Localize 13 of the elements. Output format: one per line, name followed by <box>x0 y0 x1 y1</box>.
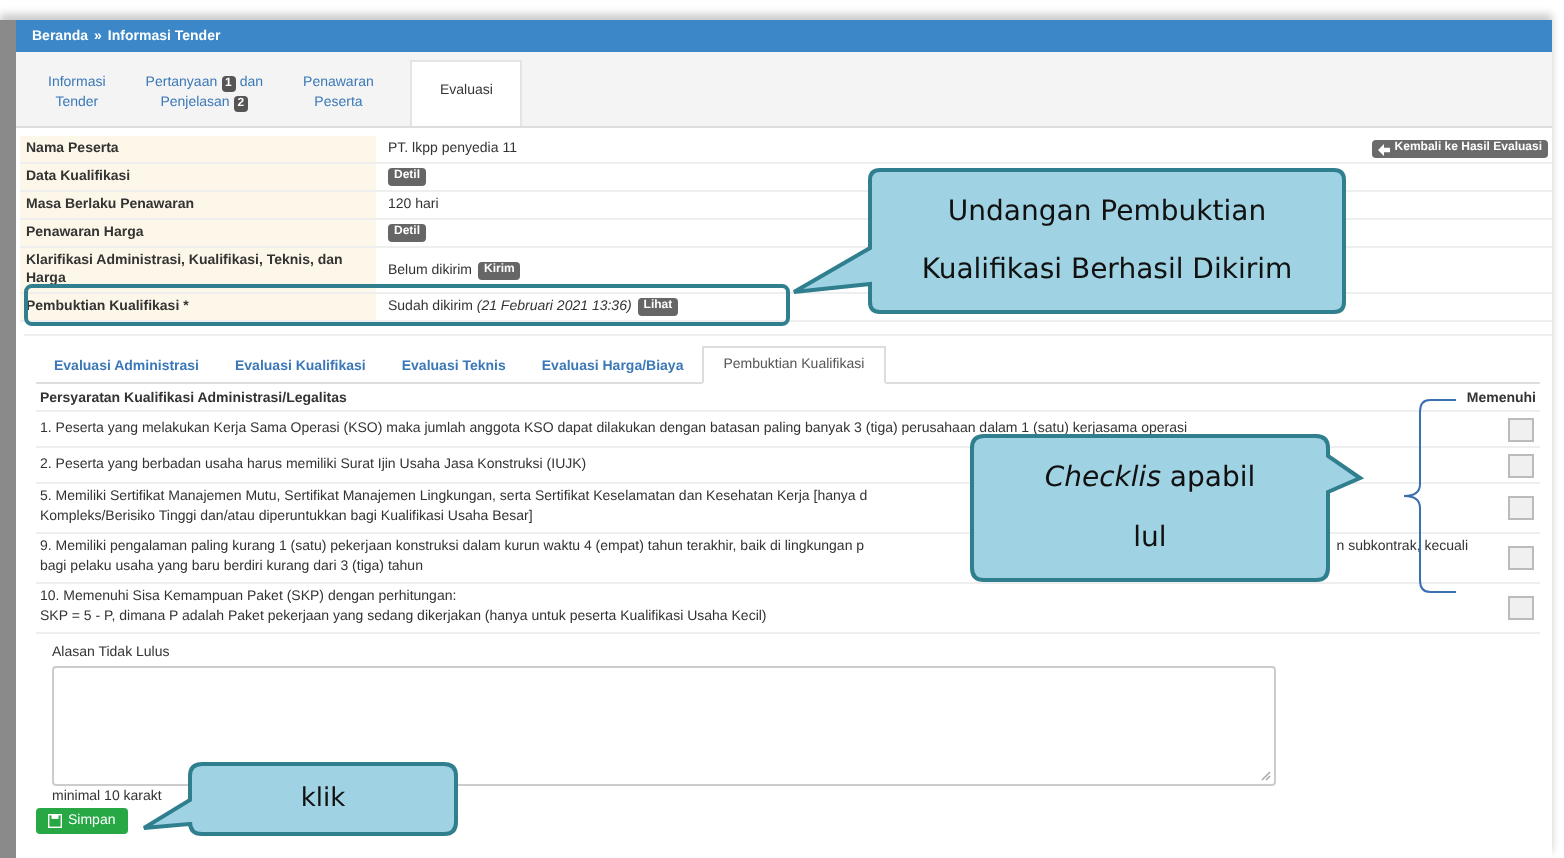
checkbox[interactable] <box>1507 417 1533 441</box>
checkbox[interactable] <box>1507 496 1533 520</box>
callout-text: Undangan Pembuktian <box>947 196 1267 228</box>
resize-grip-icon <box>1260 770 1272 782</box>
checkbox[interactable] <box>1507 546 1533 570</box>
callout-text: Kualifikasi Berhasil Dikirim <box>921 254 1293 286</box>
arrow-left-icon <box>1378 143 1391 155</box>
callout-text: lul <box>1133 521 1167 554</box>
callout-text: Checklis apabil <box>1044 462 1256 495</box>
save-icon <box>48 814 62 828</box>
checkbox[interactable] <box>1507 596 1533 620</box>
checkbox[interactable] <box>1507 453 1533 477</box>
callout-text: klik <box>300 784 346 814</box>
